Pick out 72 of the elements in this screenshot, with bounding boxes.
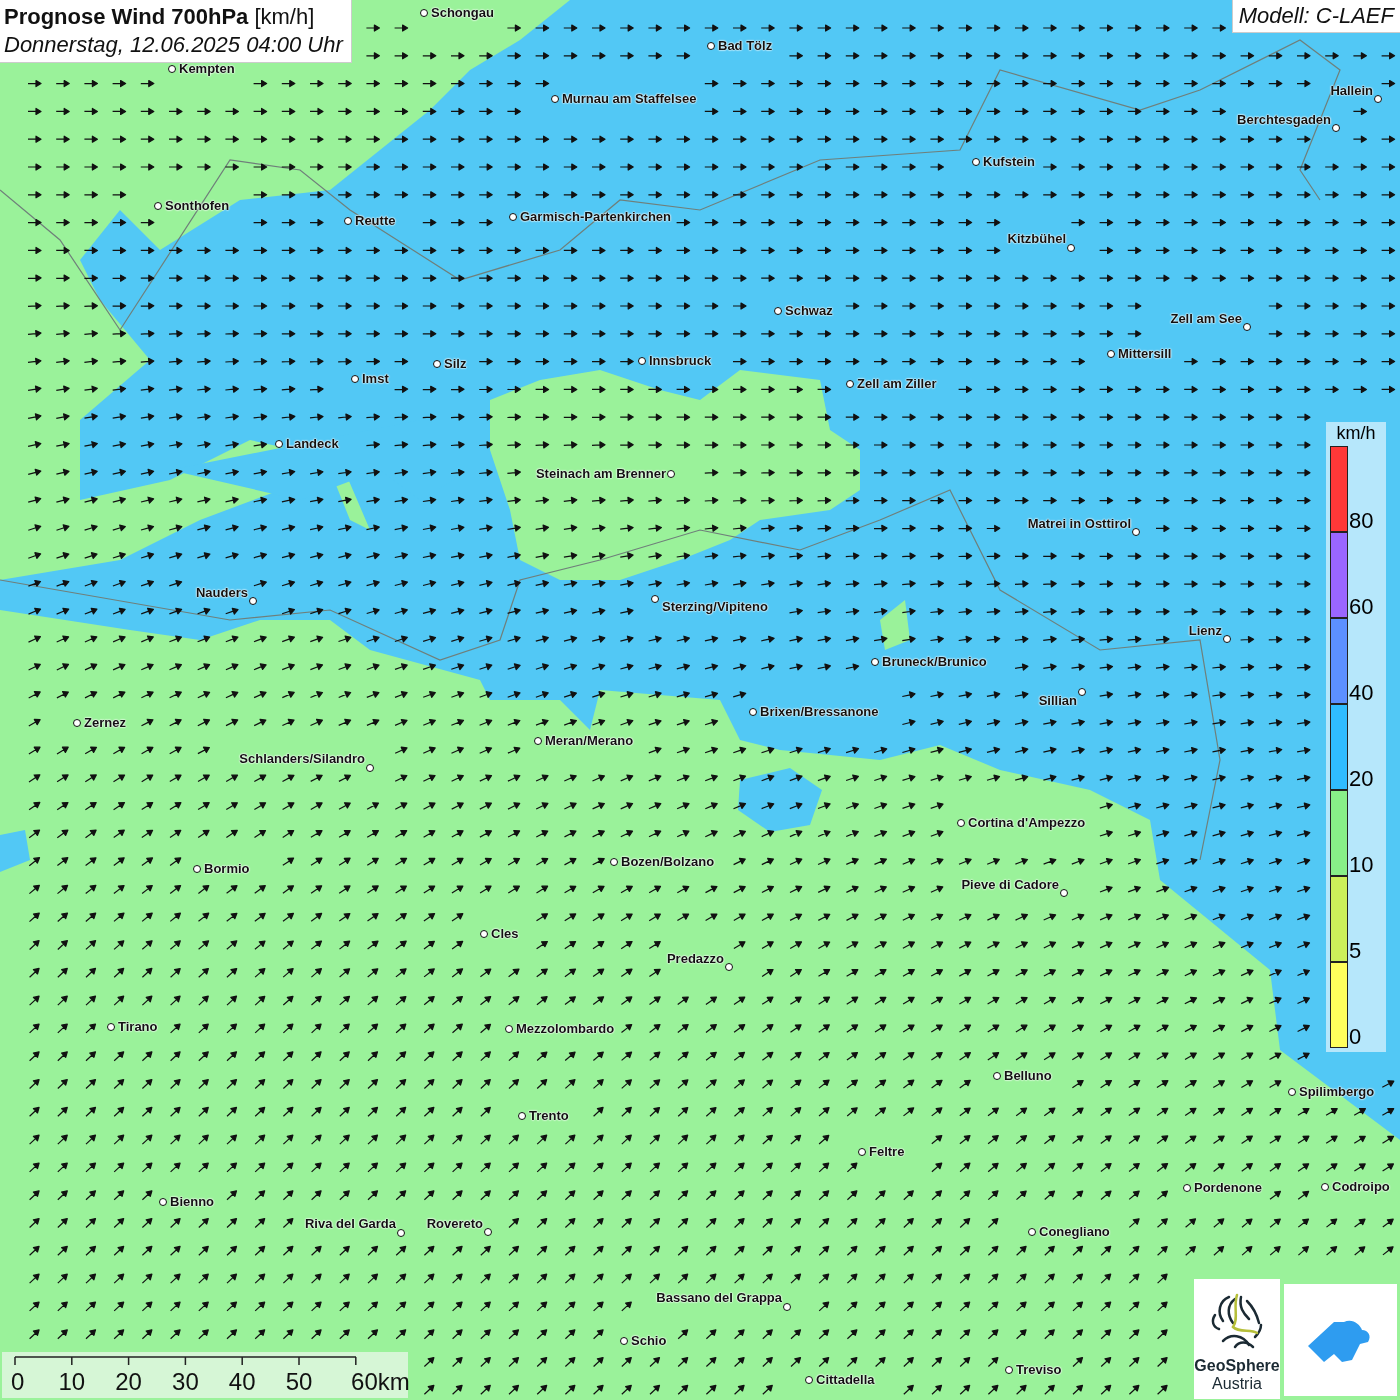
scale-label: 30 [172, 1368, 199, 1396]
city-label: Bruneck/Brunico [882, 654, 987, 670]
scale-label: 0 [11, 1368, 25, 1396]
city-label: Bad Tölz [718, 38, 773, 54]
city-label: Codroipo [1332, 1179, 1390, 1195]
city-label: Riva del Garda [304, 1216, 396, 1232]
model-label: Modell: C-LAEF [1231, 0, 1400, 33]
city-label: Garmisch-Partenkirchen [520, 209, 671, 225]
city-label: Landeck [286, 436, 339, 452]
legend-value: 80 [1349, 510, 1374, 532]
city-label: Pordenone [1194, 1180, 1262, 1196]
legend-value: 10 [1349, 854, 1374, 876]
legend-value: 5 [1349, 940, 1362, 962]
city-label: Imst [362, 371, 389, 387]
city-label: Kitzbühel [1007, 231, 1066, 247]
city-label: Schongau [431, 5, 494, 21]
city-label: Tirano [118, 1019, 158, 1035]
city-label: Trento [529, 1108, 569, 1124]
city-label: Mittersill [1118, 346, 1172, 362]
city-label: Pieve di Cadore [961, 877, 1059, 893]
city-label: Treviso [1016, 1362, 1062, 1378]
city-label: Mezzolombardo [516, 1021, 615, 1037]
city-label: Zell am Ziller [857, 376, 937, 392]
city-label: Bienno [170, 1194, 215, 1210]
city-label: Murnau am Staffelsee [562, 91, 697, 107]
city-label: Berchtesgaden [1237, 112, 1331, 128]
legend-value: 40 [1349, 682, 1374, 704]
city-label: Rovereto [426, 1216, 483, 1232]
city-label: Cittadella [816, 1372, 875, 1388]
map-title: Prognose Wind 700hPa [km/h] [4, 3, 316, 31]
city-label: Steinach am Brenner [535, 466, 666, 482]
city-label: Conegliano [1039, 1224, 1110, 1240]
city-label: Meran/Merano [545, 733, 634, 749]
city-label: Sillian [1038, 693, 1077, 709]
city-label: Matrei in Osttirol [1027, 516, 1131, 532]
scale-label: 50 [285, 1368, 313, 1396]
city-label: Cortina d'Ampezzo [968, 815, 1086, 831]
city-label: Bozen/Bolzano [621, 854, 715, 870]
city-label: Innsbruck [649, 353, 712, 369]
scale-label: 20 [115, 1368, 142, 1396]
logo-text: GeoSphere [1194, 1357, 1280, 1375]
city-label: Nauders [195, 585, 248, 601]
city-label: Hallein [1330, 83, 1373, 99]
legend-unit: km/h [1335, 422, 1377, 445]
city-label: Schio [631, 1333, 667, 1349]
scale-label: 10 [58, 1368, 86, 1396]
city-label: Brixen/Bressanone [760, 704, 879, 720]
legend-value: 0 [1349, 1026, 1362, 1048]
city-label: Schwaz [785, 303, 833, 319]
forecast-date: Donnerstag, 12.06.2025 04:00 Uhr [4, 31, 343, 59]
scale-label: 40 [228, 1368, 256, 1396]
city-label: Kufstein [983, 154, 1035, 170]
city-label: Kempten [179, 61, 235, 77]
city-label: Bassano del Grappa [656, 1290, 782, 1306]
city-label: Cles [491, 926, 519, 942]
city-label: Zell am See [1170, 311, 1242, 327]
legend-value: 20 [1349, 768, 1374, 790]
city-label: Spilimbergo [1299, 1084, 1375, 1100]
city-label: Predazzo [666, 951, 724, 967]
city-label: Sterzing/Vipiteno [662, 599, 768, 615]
city-label: Belluno [1004, 1068, 1052, 1084]
city-label: Silz [444, 356, 467, 372]
legend-value: 60 [1349, 596, 1374, 618]
city-label: Schlanders/Silandro [239, 751, 365, 767]
city-label: Lienz [1188, 623, 1222, 639]
city-label: Zernez [84, 715, 126, 731]
city-label: Reutte [355, 213, 396, 229]
city-label: Feltre [869, 1144, 905, 1160]
city-label: Sonthofen [165, 198, 230, 214]
city-label: Bormio [204, 861, 250, 877]
scale-label: 60km [351, 1368, 410, 1396]
logo-text: Austria [1212, 1375, 1262, 1393]
